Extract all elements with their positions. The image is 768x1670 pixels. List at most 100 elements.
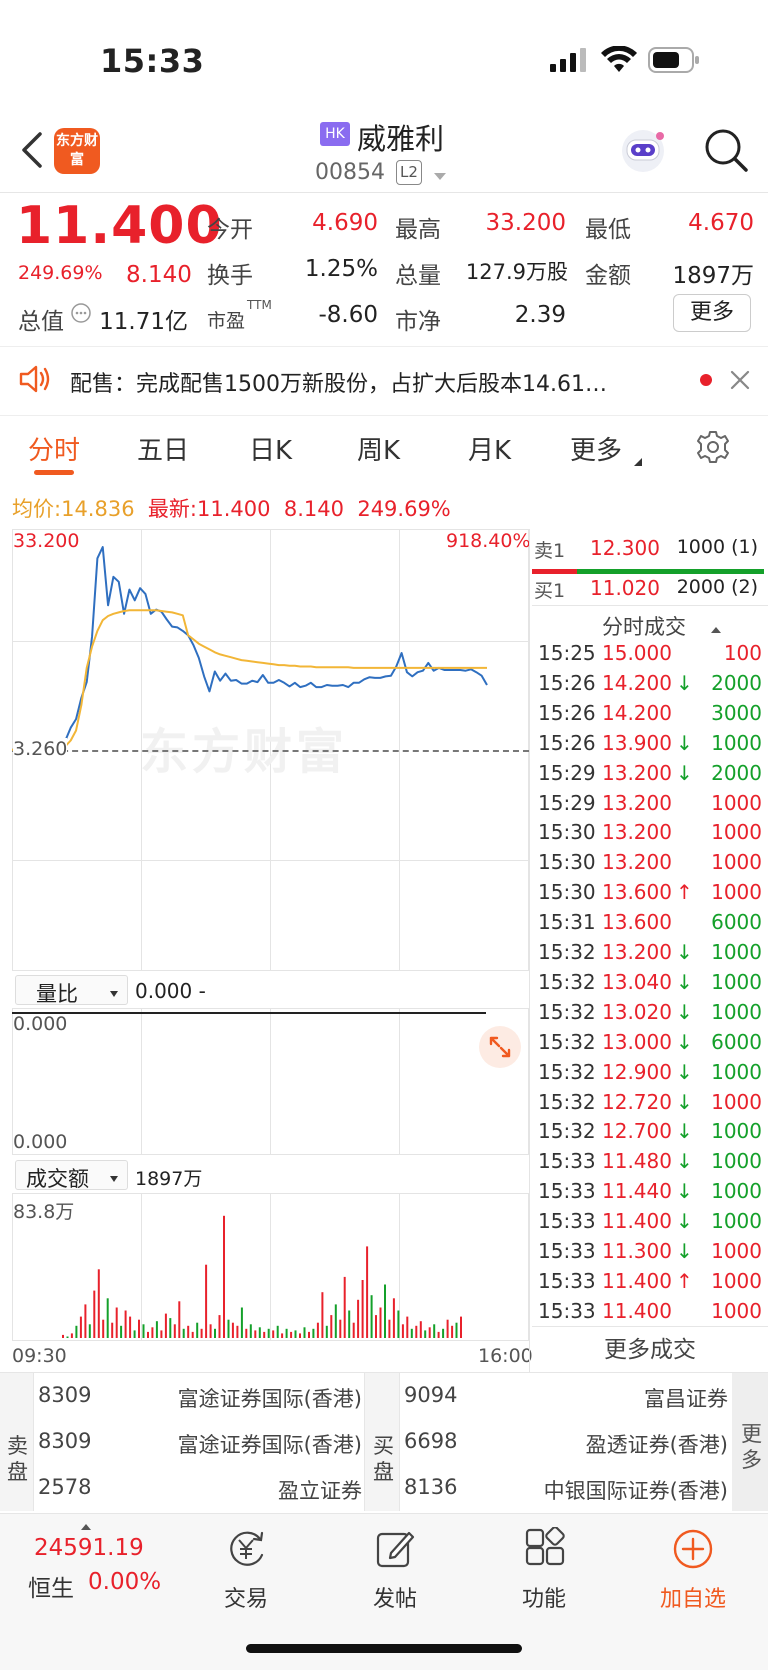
trade-price: 13.200 [602,790,672,815]
trade-arrow: ↓ [676,1179,693,1204]
volume-bar [357,1299,360,1338]
buy-broker-row[interactable]: 9094 富昌证券 [404,1383,728,1413]
add-circle-icon [653,1527,733,1571]
info-icon[interactable] [70,302,92,324]
volume-bar [138,1319,140,1338]
buy-side-tab[interactable]: 买盘 [364,1373,400,1511]
nav-trade[interactable]: 交易 [206,1527,286,1613]
header-divider [0,192,768,193]
nav-post[interactable]: 发帖 [355,1527,435,1613]
collapse-up-icon[interactable] [80,1517,92,1530]
market-badge: HK [320,122,350,146]
volume-bar [111,1322,114,1338]
index-name[interactable]: 恒生 [28,1569,74,1603]
tab-five-day[interactable]: 五日 [137,430,189,467]
volume-bar [231,1322,234,1338]
volume-bar [178,1301,181,1338]
chevron-down-icon[interactable] [432,168,448,180]
level-badge[interactable]: L2 [396,160,422,185]
volume-bar [294,1330,297,1338]
volume-bar [70,1333,73,1338]
trade-row: 15:32 12.720 ↓ 1000 [538,1090,762,1120]
tab-monthly-k[interactable]: 月K [468,430,511,467]
trade-arrow: ↓ [676,969,693,994]
order-book-bar [532,569,764,574]
expand-icon[interactable] [479,1026,521,1068]
status-time: 15:33 [100,42,205,80]
buy-broker-row[interactable]: 8136 中银国际证券(香港) [404,1475,728,1505]
tab-more[interactable]: 更多 [570,430,622,467]
more-trades-button[interactable]: 更多成交 [532,1330,768,1370]
sell-broker-row[interactable]: 2578 盈立证券 [38,1475,362,1505]
trade-price: 12.720 [602,1089,672,1114]
robot-assistant-icon[interactable] [618,126,668,176]
nav-functions[interactable]: 功能 [504,1527,584,1613]
volume-bar [124,1310,127,1338]
trade-volume: 2000 [711,760,762,785]
volume-ratio-value: 0.000 - [135,979,206,1003]
back-icon[interactable] [16,128,46,172]
app-logo[interactable]: 东方财富 [54,128,100,174]
amount-indicator-label: 成交额 [26,1167,89,1191]
buy-broker-row[interactable]: 6698 盈透证券(香港) [404,1429,728,1459]
prev-close-label: 3.260 [13,738,68,760]
trade-volume: 1000 [711,880,762,905]
volume-bar [406,1316,409,1338]
mktcap-value: 11.71亿 [99,309,188,335]
volume-bar [155,1321,158,1338]
avg-value: 14.836 [61,497,135,521]
sell-broker-row[interactable]: 8309 富途证券国际(香港) [38,1383,362,1413]
trade-arrow: ↓ [676,1029,693,1054]
volume-bar [173,1324,176,1338]
trade-arrow: ↓ [676,730,693,755]
sell-side-tab[interactable]: 卖盘 [0,1373,34,1511]
volume-bar [240,1307,243,1338]
broker-name: 富途证券国际(香港) [177,1387,362,1411]
trade-price: 11.400 [602,1298,672,1323]
sort-up-icon[interactable] [710,620,722,633]
tab-weekly-k[interactable]: 周K [357,430,400,467]
amount-select[interactable]: 成交额 [15,1160,128,1191]
bid-label: 买1 [534,580,566,602]
search-icon[interactable] [702,126,750,174]
trade-row: 15:32 13.040 ↓ 1000 [538,970,762,1000]
sell-broker-row[interactable]: 8309 富途证券国际(香港) [38,1429,362,1459]
trade-price: 11.400 [602,1209,672,1234]
notice-text[interactable]: 配售：完成配售1500万新股份，占扩大后股本14.61… [70,366,670,398]
grid-line [141,1008,142,1155]
more-quote-button[interactable]: 更多 [673,294,751,332]
wifi-icon [601,45,637,74]
ask-row[interactable]: 卖1 12.300 1000 (1) [532,536,764,566]
grid-apps-icon [504,1527,584,1571]
trade-price: 13.200 [602,940,672,964]
settings-gear-icon[interactable] [696,430,730,464]
trade-row: 15:32 13.200 ↓ 1000 [538,940,762,970]
trade-row: 15:33 11.400 ↓ 1000 [538,1209,762,1239]
more-brokers-button[interactable]: 更多 [732,1373,768,1511]
change-percent: 249.69% [18,262,103,284]
volume-bar [316,1322,319,1338]
tab-daily-k[interactable]: 日K [249,430,292,467]
trades-title[interactable]: 分时成交 [602,611,686,641]
trade-row: 15:30 13.600 ↑ 1000 [538,880,762,910]
nav-add-watchlist[interactable]: 加自选 [653,1527,733,1613]
change-amount: 8.140 [126,262,192,288]
bid-row[interactable]: 买1 11.020 2000 (2) [532,576,764,606]
trade-row: 15:31 13.600 6000 [538,910,762,940]
volume-bar [205,1264,208,1338]
trade-row: 15:30 13.200 1000 [538,850,762,880]
volume-bar [428,1327,431,1338]
volume-ratio-select[interactable]: 量比 [15,975,128,1006]
tab-intraday[interactable]: 分时 [28,430,80,467]
volume-bar [339,1319,342,1338]
latest-value: 11.400 [197,497,271,521]
index-value[interactable]: 24591.19 [34,1535,144,1561]
close-icon[interactable] [728,368,752,392]
volume-bar [214,1328,216,1338]
pe-superscript: TTM [247,298,272,312]
amount-indicator-value: 1897万 [135,1168,203,1190]
volume-max-label: 83.8万 [13,1201,75,1223]
tab-more-caret-icon [633,452,643,466]
unread-dot [700,374,712,386]
trade-row: 15:32 13.000 ↓ 6000 [538,1030,762,1060]
